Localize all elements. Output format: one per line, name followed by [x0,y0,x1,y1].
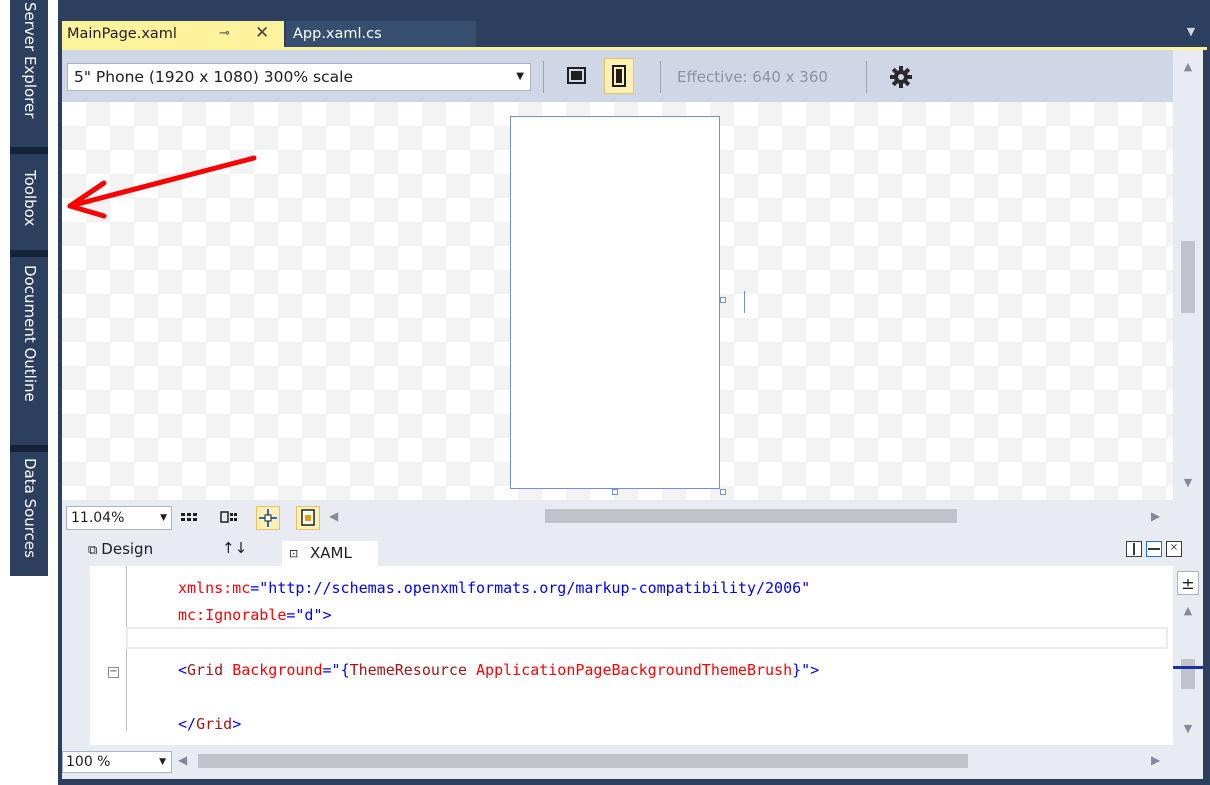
tab-xaml[interactable]: ⊡ XAML [282,541,378,566]
close-icon[interactable]: ✕ [255,20,269,46]
server-explorer-label: Server Explorer [21,2,39,119]
document-outline-label: Document Outline [21,265,39,402]
selection-rail [744,291,745,313]
scroll-right-icon[interactable]: ▶ [1151,509,1160,523]
collapse-region-icon[interactable]: − [108,667,119,678]
tab-document-outline[interactable]: Document Outline [10,265,48,445]
scroll-left-icon[interactable]: ◀ [329,509,338,523]
scroll-up-icon[interactable]: ▲ [1173,60,1203,73]
design-tab-label: Design [101,540,154,558]
tab-server-explorer[interactable]: Server Explorer [10,2,48,147]
code-line-grid-open: <Grid Background="{ThemeResource Applica… [178,661,820,679]
resize-handle-right[interactable] [720,297,726,303]
designer-horizontal-scroll-thumb[interactable] [545,509,957,523]
current-line-highlight [126,627,1168,649]
editor-zoom-dropdown[interactable]: 100 % ▼ [62,751,172,773]
horizontal-split-icon[interactable] [1146,541,1162,557]
resize-handle-corner[interactable] [720,489,726,495]
snap-grid-icon[interactable] [218,506,242,530]
chevron-down-icon: ▼ [159,757,166,767]
toolbar-separator [660,61,661,93]
design-icon: ⧉ [88,543,98,558]
toolbox-label: Toolbox [21,170,39,227]
portrait-icon [612,65,626,87]
tab-label: MainPage.xaml [67,26,177,42]
landscape-icon [567,67,586,84]
zoom-dropdown[interactable]: 11.04% ▼ [66,506,172,530]
tab-toolbox[interactable]: Toolbox [10,170,48,250]
swap-panes-icon[interactable]: ↑↓ [222,539,247,557]
vertical-split-icon[interactable] [1126,541,1142,557]
scroll-down-icon[interactable]: ▼ [1173,722,1203,735]
toolbar-separator [866,61,867,93]
rail-separator [10,147,48,154]
data-sources-label: Data Sources [21,458,39,558]
scroll-down-icon[interactable]: ▼ [1173,476,1203,489]
page-artboard[interactable] [510,116,720,489]
tab-label: App.xaml.cs [293,26,382,42]
split-handle-icon[interactable]: ± [1177,571,1199,595]
pin-icon[interactable]: ⊸ [219,21,230,47]
tab-design[interactable]: ⧉ Design [88,540,153,558]
scroll-right-icon[interactable]: ▶ [1151,753,1160,767]
grid-icon[interactable] [178,506,202,530]
device-dropdown[interactable]: 5" Phone (1920 x 1080) 300% scale ▼ [67,63,531,91]
editor-zoom-value: 100 % [66,754,111,770]
xaml-tab-label: XAML [310,544,352,562]
tab-data-sources[interactable]: Data Sources [10,458,48,578]
tab-mainpage-xaml[interactable]: MainPage.xaml ⊸ ✕ [62,21,284,47]
xaml-icon: ⊡ [289,547,299,560]
scroll-position-marker [1173,666,1203,669]
code-line-grid-close: </Grid> [178,715,242,733]
rail-separator [10,250,48,257]
artboard-icon[interactable] [296,506,320,530]
portrait-button[interactable] [604,58,634,94]
editor-gutter [62,566,90,745]
resize-handle-bottom[interactable] [612,489,618,495]
collapse-pane-icon[interactable]: ⨯ [1166,541,1182,557]
scroll-up-icon[interactable]: ▲ [1173,604,1203,617]
code-line-xmlns-mc: xmlns:mc="http://schemas.openxmlformats.… [178,579,811,597]
rail-separator [10,445,48,452]
zoom-value: 11.04% [71,510,125,526]
chevron-down-icon: ▼ [160,513,167,523]
editor-vertical-scroll-thumb[interactable] [1181,659,1195,689]
effective-resolution-label: Effective: 640 x 360 [677,68,828,86]
settings-gear-icon[interactable] [888,64,914,90]
tab-overflow-dropdown-icon[interactable]: ▼ [1183,24,1199,40]
scroll-left-icon[interactable]: ◀ [178,753,187,767]
chevron-down-icon: ▼ [516,71,524,82]
code-line-mc-ignorable: mc:Ignorable="d"> [178,606,332,624]
toolbar-separator [543,61,544,93]
device-value: 5" Phone (1920 x 1080) 300% scale [74,68,353,86]
landscape-button[interactable] [562,58,592,94]
snap-lines-icon[interactable] [256,506,280,530]
tab-app-xaml-cs[interactable]: App.xaml.cs [286,21,476,47]
editor-horizontal-scroll-thumb[interactable] [198,754,968,768]
designer-vertical-scroll-thumb[interactable] [1181,241,1195,313]
